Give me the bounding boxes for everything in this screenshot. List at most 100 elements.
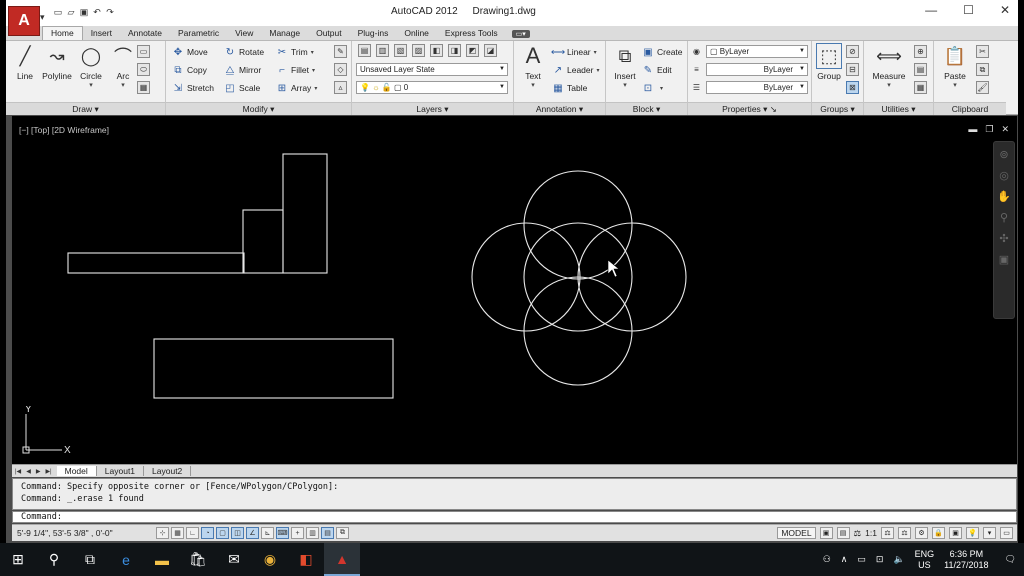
- scale-button[interactable]: ◰ Scale: [224, 81, 260, 95]
- steering-wheel-icon[interactable]: ⊚: [999, 148, 1008, 161]
- groups-panel-title[interactable]: Groups ▾: [812, 102, 863, 115]
- tab-insert[interactable]: Insert: [83, 27, 120, 40]
- save-icon[interactable]: ▣: [78, 6, 90, 18]
- stretch-button[interactable]: ⇲ Stretch: [172, 81, 214, 95]
- annotation-panel-title[interactable]: Annotation ▾: [514, 102, 605, 115]
- layer-walk-icon[interactable]: ◪: [484, 44, 497, 57]
- clipboard-panel-title[interactable]: Clipboard: [934, 102, 1006, 115]
- text-button[interactable]: A Text ▾: [516, 43, 550, 89]
- application-menu-button[interactable]: A: [8, 6, 40, 36]
- copy-button[interactable]: ⧉ Copy: [172, 63, 206, 77]
- task-view-icon[interactable]: ⧉: [72, 543, 108, 576]
- tab-layout2[interactable]: Layout2: [144, 466, 192, 476]
- layer-off-icon[interactable]: ◧: [430, 44, 443, 57]
- restore-viewport-icon[interactable]: ❐: [985, 124, 993, 135]
- open-icon[interactable]: ▱: [65, 6, 77, 18]
- tab-model[interactable]: Model: [56, 466, 97, 476]
- group-selection-icon[interactable]: ⊠: [846, 81, 859, 94]
- offset-icon[interactable]: ▵: [334, 81, 347, 94]
- auto-scale-icon[interactable]: ⚖: [898, 527, 911, 539]
- 3d-osnap-icon[interactable]: ◫: [231, 527, 244, 539]
- insert-button[interactable]: ⧉ Insert ▾: [608, 43, 642, 90]
- explode-icon[interactable]: ◇: [334, 63, 347, 76]
- create-block-button[interactable]: ▣ Create: [642, 45, 682, 59]
- tab-output[interactable]: Output: [308, 27, 350, 40]
- rectangle-shape[interactable]: [153, 338, 394, 399]
- layer-freeze-icon[interactable]: ◨: [448, 44, 461, 57]
- grid-icon[interactable]: ▦: [171, 527, 184, 539]
- lineweight-toggle-icon[interactable]: +: [291, 527, 304, 539]
- layer-isolate-icon[interactable]: ▨: [412, 44, 425, 57]
- copy-clip-icon[interactable]: ⧉: [976, 63, 989, 76]
- tab-layout1[interactable]: Layout1: [97, 466, 145, 476]
- line-button[interactable]: ╱ Line: [8, 43, 42, 82]
- isolate-objects-icon[interactable]: 💡: [966, 527, 979, 539]
- file-explorer-icon[interactable]: ▬: [144, 543, 180, 576]
- lock-ui-icon[interactable]: 🔒: [932, 527, 945, 539]
- layer-match-icon[interactable]: ▥: [376, 44, 389, 57]
- search-icon[interactable]: ⚲: [36, 543, 72, 576]
- snap-mode-icon[interactable]: ⊹: [156, 527, 169, 539]
- redo-icon[interactable]: ↷: [104, 6, 116, 18]
- viewport-label[interactable]: [−] [Top] [2D Wireframe]: [19, 125, 109, 135]
- rectangle-shape[interactable]: [67, 252, 245, 274]
- linetype-dropdown[interactable]: ByLayer ▼: [706, 63, 808, 76]
- first-layout-icon[interactable]: |◀: [15, 468, 21, 475]
- calculator-icon[interactable]: ▦: [914, 81, 927, 94]
- layers-panel-title[interactable]: Layers ▾: [352, 102, 513, 115]
- status-menu-icon[interactable]: ▾: [983, 527, 996, 539]
- annotation-scale[interactable]: 1:1: [865, 528, 877, 538]
- clean-screen-icon[interactable]: ▭: [1000, 527, 1013, 539]
- color-dropdown[interactable]: ▢ ByLayer ▼: [706, 45, 808, 58]
- table-button[interactable]: ▦ Table: [552, 81, 587, 95]
- network-icon[interactable]: ⊡: [876, 554, 884, 565]
- color-wheel-icon[interactable]: ◉: [690, 45, 703, 58]
- annotation-scale-icon[interactable]: ⚖: [854, 528, 862, 539]
- mail-icon[interactable]: ✉: [216, 543, 252, 576]
- modify-panel-title[interactable]: Modify ▾: [166, 102, 351, 115]
- group-edit-icon[interactable]: ⊟: [846, 63, 859, 76]
- battery-icon[interactable]: ▭: [857, 554, 866, 565]
- polyline-button[interactable]: ↝ Polyline: [38, 43, 76, 82]
- tab-home[interactable]: Home: [42, 26, 83, 40]
- utilities-panel-title[interactable]: Utilities ▾: [864, 102, 933, 115]
- pan-icon[interactable]: ✋: [997, 190, 1011, 203]
- measure-button[interactable]: ⟺ Measure ▾: [868, 43, 910, 90]
- block-panel-title[interactable]: Block ▾: [606, 102, 687, 115]
- object-snap-tracking-icon[interactable]: ∠: [246, 527, 259, 539]
- volume-icon[interactable]: 🔈: [893, 554, 904, 565]
- quick-properties-icon[interactable]: ▤: [321, 527, 334, 539]
- close-button[interactable]: ✕: [1000, 3, 1010, 17]
- erase-icon[interactable]: ✎: [334, 45, 347, 58]
- chevron-down-icon[interactable]: ▾: [40, 12, 45, 23]
- close-viewport-icon[interactable]: ✕: [1001, 124, 1009, 135]
- tab-online[interactable]: Online: [396, 27, 437, 40]
- paste-button[interactable]: 📋 Paste ▾: [938, 43, 972, 90]
- undo-icon[interactable]: ↶: [91, 6, 103, 18]
- minimize-button[interactable]: —: [925, 3, 937, 17]
- lineweight-icon[interactable]: ≡: [690, 63, 703, 76]
- store-icon[interactable]: 🛍: [180, 543, 216, 576]
- language-indicator[interactable]: ENG US: [915, 549, 935, 571]
- edit-block-button[interactable]: ✎ Edit: [642, 63, 672, 77]
- clock[interactable]: 6:36 PM 11/27/2018: [944, 549, 988, 571]
- quick-view-layouts-icon[interactable]: ▣: [819, 527, 833, 539]
- layer-dropdown[interactable]: 💡 ☼ 🔓 ▢ 0 ▼: [356, 81, 508, 94]
- mirror-button[interactable]: ⧋ Mirror: [224, 63, 262, 77]
- maximize-button[interactable]: ☐: [963, 3, 974, 17]
- next-layout-icon[interactable]: ▶: [36, 468, 41, 475]
- leader-button[interactable]: ↗ Leader ▾: [552, 63, 600, 77]
- draw-panel-title[interactable]: Draw ▾: [6, 102, 165, 115]
- trim-button[interactable]: ✂ Trim ▾: [276, 45, 314, 59]
- group-button[interactable]: ⬚ Group: [812, 43, 846, 81]
- rotate-button[interactable]: ↻ Rotate: [224, 45, 264, 59]
- tab-annotate[interactable]: Annotate: [120, 27, 170, 40]
- workspace-switching-icon[interactable]: ⚙: [915, 527, 928, 539]
- lineweight-dropdown[interactable]: ByLayer ▼: [706, 81, 808, 94]
- show-hidden-icons-icon[interactable]: ∧: [841, 554, 848, 565]
- drawing-canvas[interactable]: [12, 116, 1017, 464]
- quick-view-drawings-icon[interactable]: ▤: [836, 527, 850, 539]
- zoom-icon[interactable]: ⚲: [1000, 211, 1008, 224]
- ribbon-minimize-icon[interactable]: ▭▾: [511, 30, 530, 38]
- layer-lock-icon[interactable]: ◩: [466, 44, 479, 57]
